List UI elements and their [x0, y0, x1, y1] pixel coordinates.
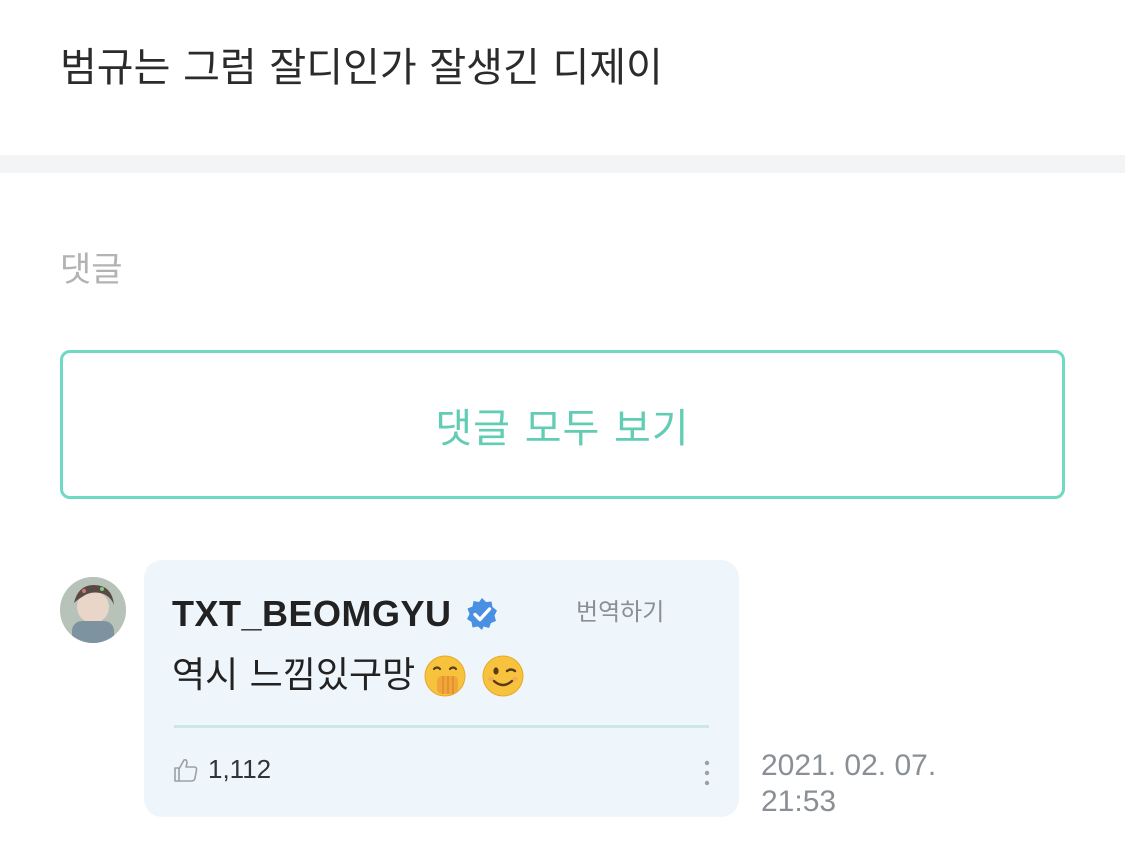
like-count: 1,112: [208, 754, 272, 784]
avatar-photo-icon: [60, 577, 126, 643]
face-with-hand-over-mouth-icon: [424, 655, 466, 697]
like-button[interactable]: 1,112: [172, 754, 271, 785]
verified-badge-icon: [466, 598, 497, 630]
more-options-icon[interactable]: [696, 758, 718, 788]
comment-body: 역시 느낌있구망: [172, 652, 525, 700]
translate-link[interactable]: 번역하기: [576, 592, 664, 627]
comment-author-name[interactable]: TXT_BEOMGYU: [172, 593, 452, 635]
comment-divider: [174, 725, 709, 728]
comment-timestamp: 2021. 02. 07. 21:53: [761, 748, 1001, 820]
comment-author-row: TXT_BEOMGYU: [172, 590, 500, 638]
avatar[interactable]: [60, 577, 126, 643]
comment-text: 역시 느낌있구망: [172, 655, 416, 696]
comment-bubble: TXT_BEOMGYU 번역하기 역시 느낌있구망 1,112: [144, 560, 739, 817]
winking-face-icon: [482, 655, 524, 697]
comment-timestamp-date: 2021. 02. 07.: [761, 749, 937, 782]
view-all-comments-label: 댓글 모두 보기: [435, 405, 690, 452]
comments-heading: 댓글: [60, 250, 123, 290]
view-all-comments-button[interactable]: 댓글 모두 보기: [60, 350, 1065, 499]
post-text: 범규는 그럼 잘디인가 잘생긴 디제이: [60, 45, 663, 91]
thumbs-up-icon: [174, 758, 198, 782]
section-divider: [0, 155, 1125, 173]
comment-timestamp-time: 21:53: [761, 785, 837, 818]
